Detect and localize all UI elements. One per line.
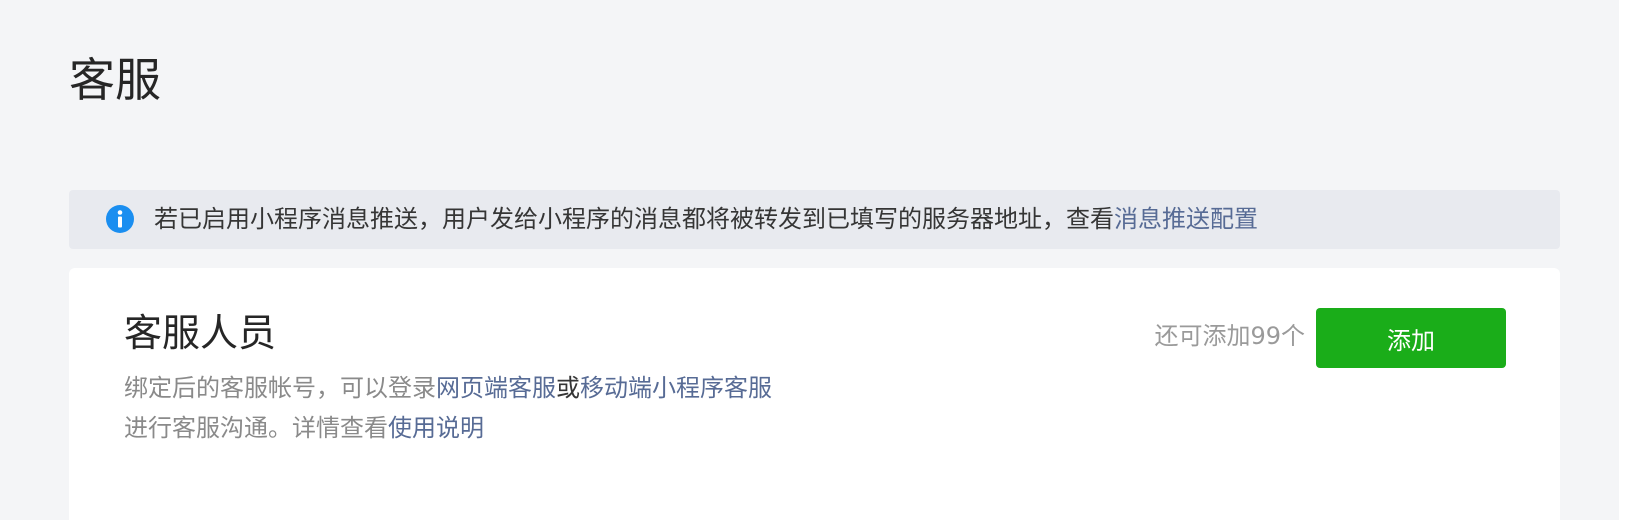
info-icon	[106, 205, 134, 233]
description-line-1: 绑定后的客服帐号，可以登录网页端客服或移动端小程序客服	[124, 368, 772, 408]
description-suffix: 进行客服沟通。详情查看	[124, 414, 388, 442]
description-prefix: 绑定后的客服帐号，可以登录	[124, 374, 436, 402]
notice-text: 若已启用小程序消息推送，用户发给小程序的消息都将被转发到已填写的服务器地址，查看…	[154, 203, 1258, 235]
right-edge	[1619, 0, 1628, 520]
staff-section-title: 客服人员	[124, 311, 277, 355]
description-line-2: 进行客服沟通。详情查看使用说明	[124, 408, 772, 448]
staff-card: 客服人员 绑定后的客服帐号，可以登录网页端客服或移动端小程序客服 进行客服沟通。…	[69, 268, 1560, 520]
usage-guide-link[interactable]: 使用说明	[388, 414, 484, 442]
staff-description: 绑定后的客服帐号，可以登录网页端客服或移动端小程序客服 进行客服沟通。详情查看使…	[124, 368, 772, 448]
notice-message: 若已启用小程序消息推送，用户发给小程序的消息都将被转发到已填写的服务器地址，查看	[154, 205, 1114, 233]
page-title: 客服	[69, 53, 161, 107]
remaining-quota: 还可添加99个	[1154, 322, 1305, 350]
web-service-link[interactable]: 网页端客服	[436, 374, 556, 402]
push-notice-banner: 若已启用小程序消息推送，用户发给小程序的消息都将被转发到已填写的服务器地址，查看…	[69, 190, 1560, 249]
or-text: 或	[556, 374, 580, 402]
push-config-link[interactable]: 消息推送配置	[1114, 205, 1258, 233]
mobile-service-link[interactable]: 移动端小程序客服	[580, 374, 772, 402]
add-staff-button[interactable]: 添加	[1316, 308, 1506, 368]
page: 客服 若已启用小程序消息推送，用户发给小程序的消息都将被转发到已填写的服务器地址…	[0, 0, 1628, 520]
